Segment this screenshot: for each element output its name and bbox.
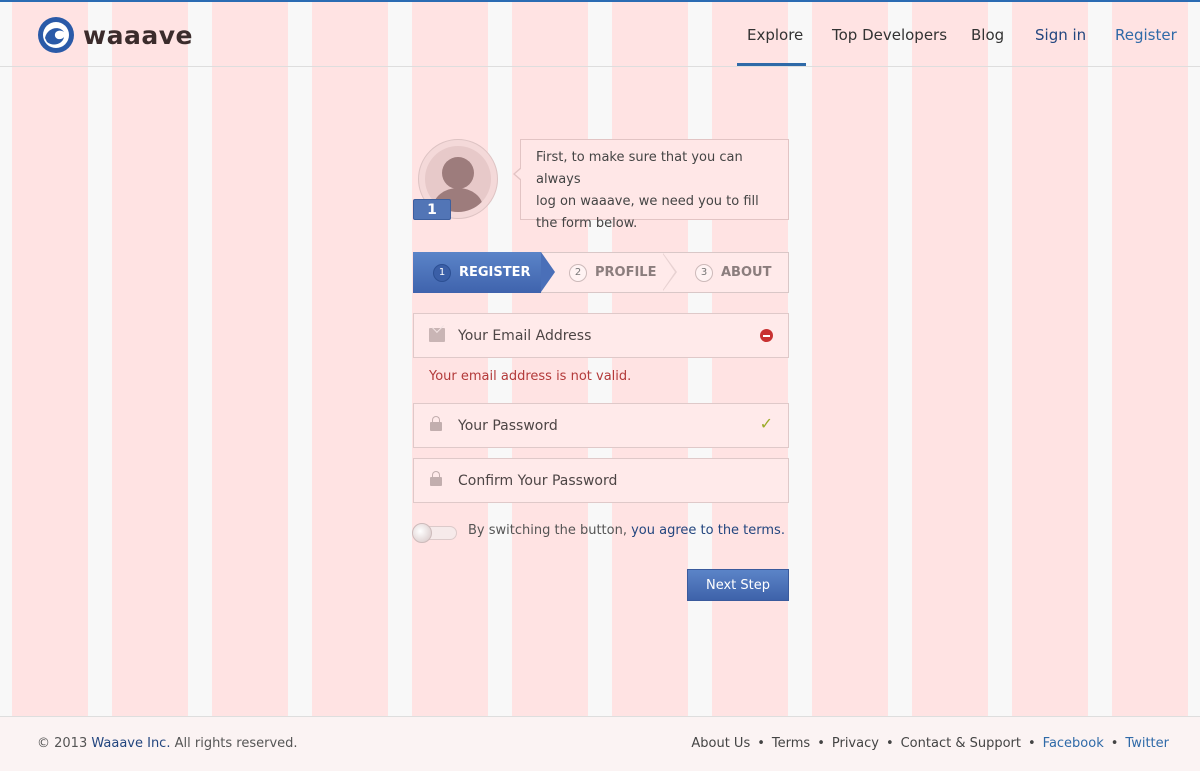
step-number: 1	[433, 263, 451, 282]
footer: © 2013 Waaave Inc. All rights reserved. …	[0, 716, 1200, 771]
password-field: ✓	[413, 403, 789, 448]
footer-links: About Us • Terms • Privacy • Contact & Support…	[691, 736, 1169, 751]
step-label: ABOUT	[721, 265, 772, 280]
step-number: 3	[695, 263, 713, 282]
separator-dot: •	[885, 736, 894, 751]
step-profile[interactable]: 2 PROFILE	[569, 253, 656, 292]
brand-name: waaave	[83, 20, 193, 50]
email-field	[413, 313, 789, 358]
active-step-arrow	[541, 252, 555, 292]
confirm-password-input[interactable]	[458, 459, 748, 502]
envelope-icon	[429, 328, 445, 342]
nav-explore[interactable]: Explore	[747, 26, 803, 44]
footer-link-twitter[interactable]: Twitter	[1125, 736, 1169, 751]
email-input[interactable]	[458, 314, 748, 357]
progress-steps: 1 REGISTER 2 PROFILE 3 ABOUT	[413, 252, 789, 293]
confirm-password-field	[413, 458, 789, 503]
rights-text: All rights reserved.	[174, 736, 298, 751]
intro-text-line: the form below.	[536, 216, 638, 231]
header: waaave Explore Top Developers Blog Sign …	[0, 2, 1200, 67]
active-nav-indicator	[737, 63, 806, 66]
step-number-badge: 1	[413, 199, 451, 220]
top-accent-line	[0, 0, 1200, 2]
wave-logo-icon	[38, 17, 74, 53]
next-step-button[interactable]: Next Step	[687, 569, 789, 601]
logo[interactable]: waaave	[37, 16, 193, 54]
toggle-knob[interactable]	[412, 523, 432, 543]
intro-text-line: First, to make sure that you can always	[536, 150, 743, 187]
step-about[interactable]: 3 ABOUT	[695, 253, 771, 292]
error-icon	[760, 329, 773, 342]
terms-toggle[interactable]	[412, 523, 457, 543]
terms-link[interactable]: you agree to the terms.	[631, 523, 785, 538]
copyright: © 2013 Waaave Inc. All rights reserved.	[37, 736, 298, 751]
separator-dot: •	[757, 736, 765, 751]
intro-speech-bubble: First, to make sure that you can always …	[520, 139, 789, 231]
nav-sign-in[interactable]: Sign in	[1035, 26, 1086, 44]
nav-blog[interactable]: Blog	[971, 26, 1004, 44]
footer-link-contact[interactable]: Contact & Support	[901, 736, 1021, 751]
step-label: PROFILE	[595, 265, 657, 280]
lock-icon	[430, 416, 442, 431]
email-error-message: Your email address is not valid.	[429, 369, 632, 384]
footer-link-terms[interactable]: Terms	[772, 736, 810, 751]
separator-dot: •	[1110, 736, 1119, 751]
company-link[interactable]: Waaave Inc.	[91, 736, 170, 751]
terms-label: By switching the button,	[468, 523, 627, 538]
step-divider	[662, 253, 675, 291]
intro-text-line: log on waaave, we need you to fill	[536, 194, 759, 209]
terms-text: By switching the button, you agree to th…	[468, 523, 785, 538]
footer-link-privacy[interactable]: Privacy	[832, 736, 879, 751]
registration-panel: 1 First, to make sure that you can alway…	[0, 67, 1200, 716]
nav-register[interactable]: Register	[1115, 26, 1177, 44]
password-input[interactable]	[458, 404, 748, 447]
separator-dot: •	[817, 736, 825, 751]
checkmark-icon: ✓	[759, 414, 773, 433]
separator-dot: •	[1027, 736, 1036, 751]
step-number: 2	[569, 263, 587, 282]
step-register[interactable]: 1 REGISTER	[433, 253, 531, 292]
speech-bubble-pointer-fill	[515, 168, 522, 180]
copyright-year: © 2013	[37, 736, 88, 751]
lock-icon	[430, 471, 442, 486]
step-label: REGISTER	[459, 265, 531, 280]
footer-link-facebook[interactable]: Facebook	[1043, 736, 1104, 751]
nav-top-developers[interactable]: Top Developers	[832, 26, 947, 44]
footer-link-about[interactable]: About Us	[691, 736, 750, 751]
